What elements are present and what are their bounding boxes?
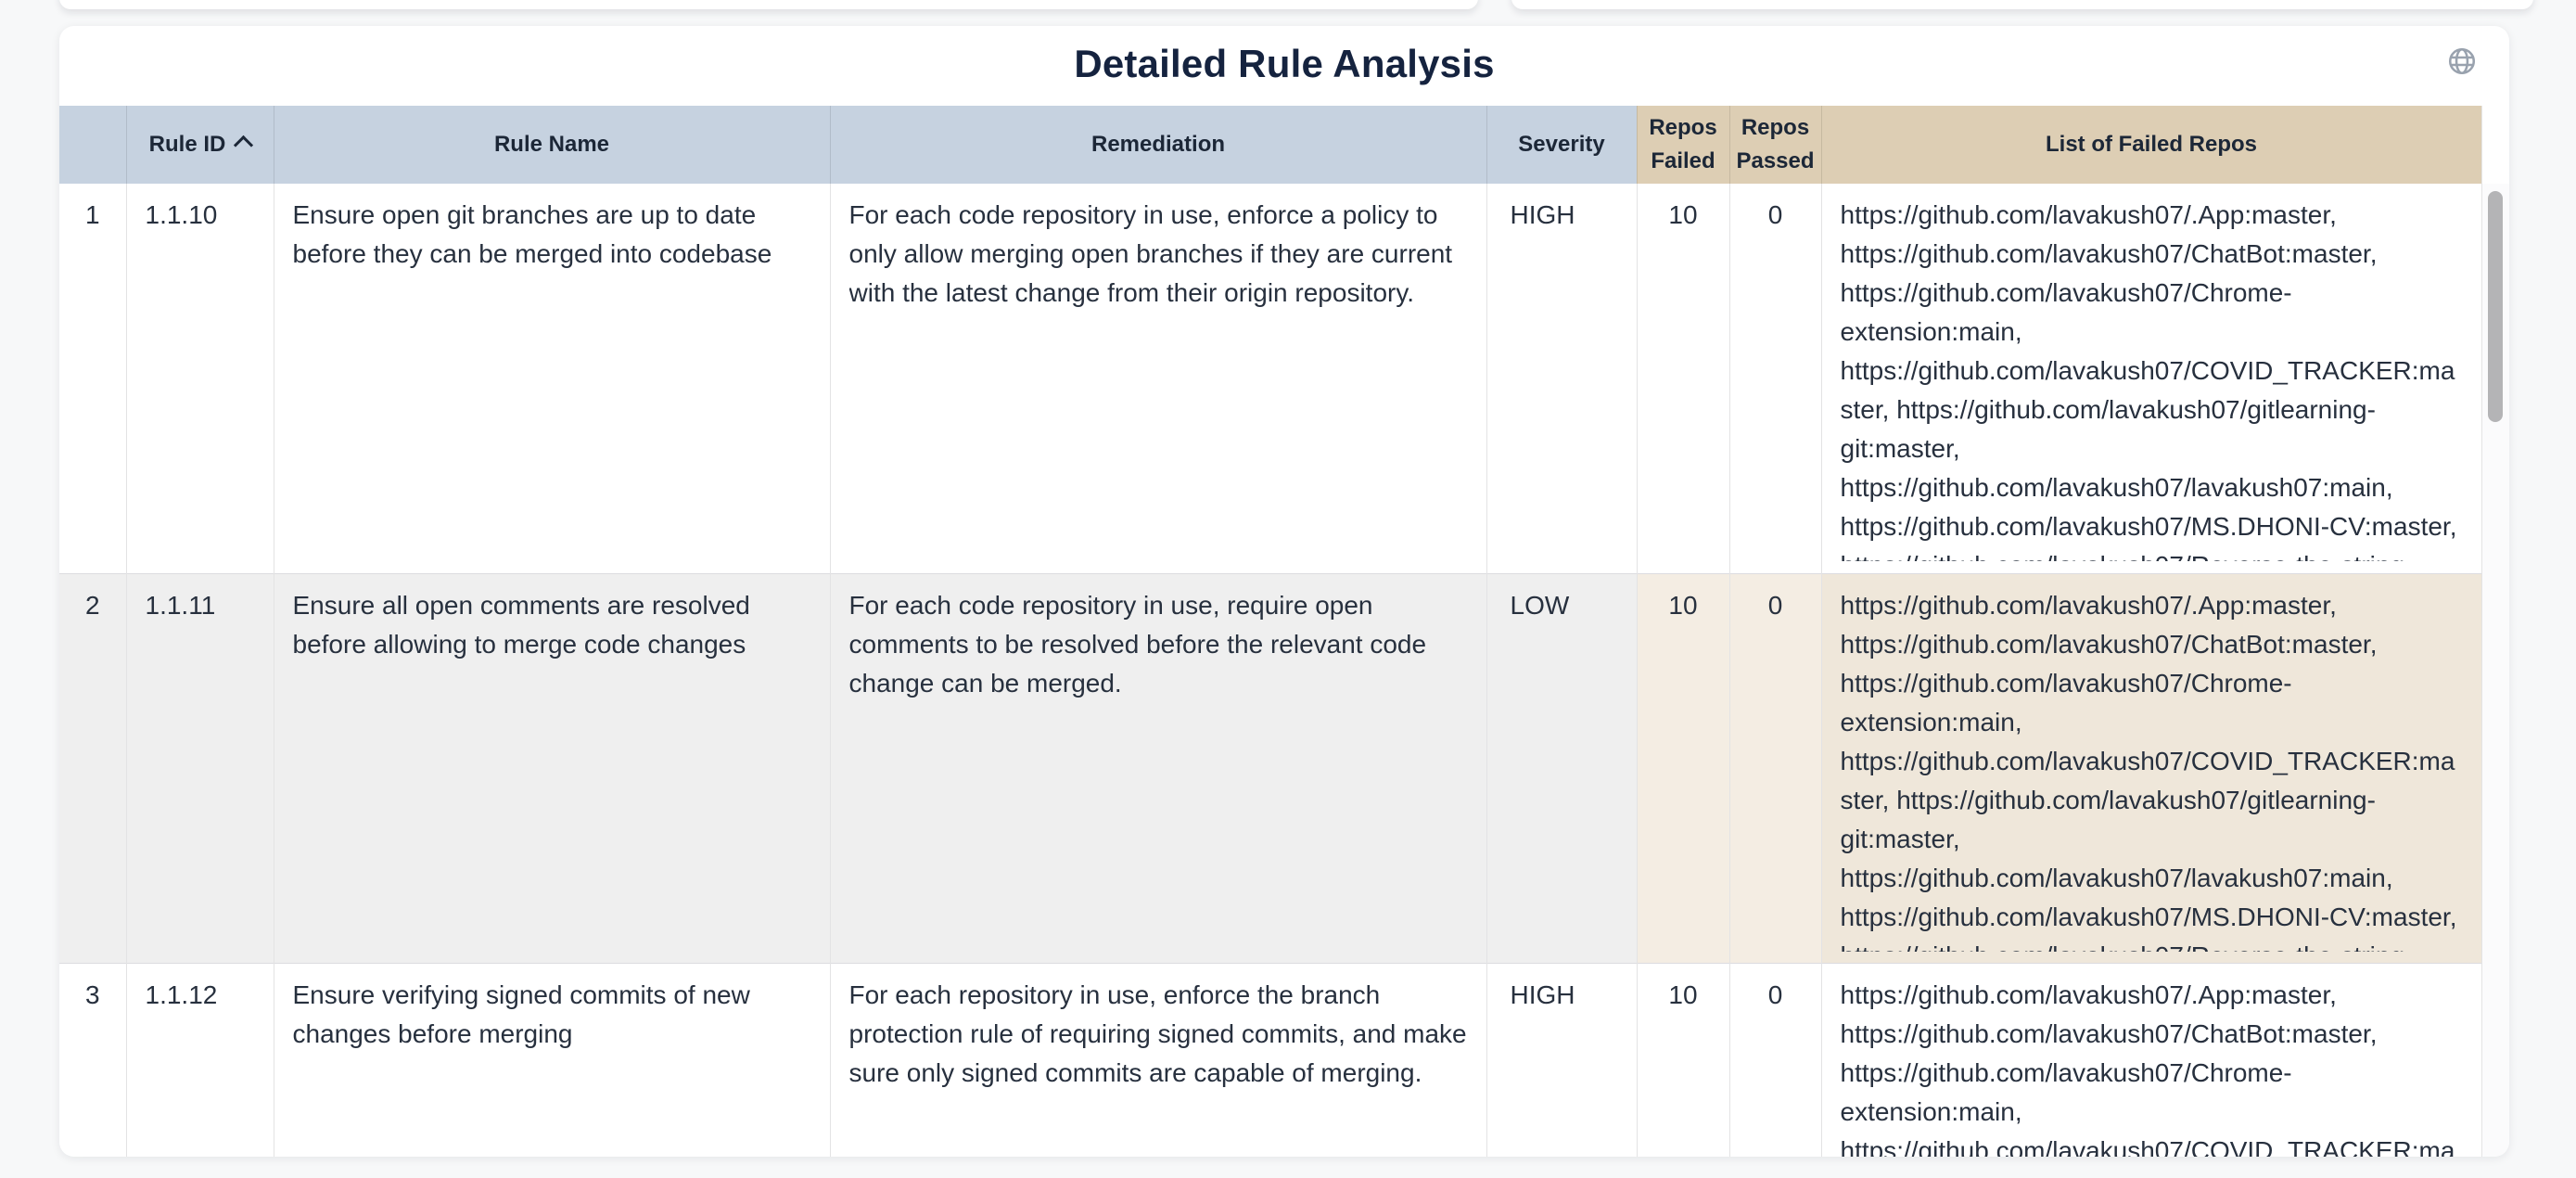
- repos-passed-cell: 0: [1729, 963, 1821, 1157]
- globe-button[interactable]: [2446, 45, 2480, 78]
- rule-id-cell: 1.1.11: [126, 573, 274, 963]
- severity-cell: HIGH: [1486, 184, 1637, 573]
- repos-failed-cell: 10: [1637, 184, 1729, 573]
- repos-passed-cell: 0: [1729, 184, 1821, 573]
- table-header-row: Rule ID Rule Name Remediation Severity R…: [59, 106, 2481, 184]
- top-card-right: [1511, 0, 2533, 9]
- repos-failed-cell: 10: [1637, 573, 1729, 963]
- failed-repos-cell: https://github.com/lavakush07/.App:maste…: [1821, 573, 2481, 963]
- failed-repos-cell: https://github.com/lavakush07/.App:maste…: [1821, 184, 2481, 573]
- remediation-cell: For each repository in use, enforce the …: [830, 963, 1486, 1157]
- header-failed-repos-list[interactable]: List of Failed Repos: [1821, 106, 2481, 184]
- row-index-cell: 3: [59, 963, 126, 1157]
- rule-id-cell: 1.1.12: [126, 963, 274, 1157]
- severity-cell: LOW: [1486, 573, 1637, 963]
- rule-analysis-table: Rule ID Rule Name Remediation Severity R…: [59, 106, 2482, 1157]
- scrollbar-thumb[interactable]: [2488, 191, 2503, 422]
- header-repos-passed[interactable]: Repos Passed: [1729, 106, 1821, 184]
- sort-ascending-icon: [234, 135, 253, 155]
- table-row: 3 1.1.12 Ensure verifying signed commits…: [59, 963, 2481, 1157]
- severity-cell: HIGH: [1486, 963, 1637, 1157]
- header-repos-failed[interactable]: Repos Failed: [1637, 106, 1729, 184]
- rule-name-cell: Ensure all open comments are resolved be…: [274, 573, 830, 963]
- repos-passed-cell: 0: [1729, 573, 1821, 963]
- remediation-cell: For each code repository in use, require…: [830, 573, 1486, 963]
- rule-name-cell: Ensure verifying signed commits of new c…: [274, 963, 830, 1157]
- header-severity[interactable]: Severity: [1486, 106, 1637, 184]
- header-rule-id[interactable]: Rule ID: [126, 106, 274, 184]
- header-index: [59, 106, 126, 184]
- top-card-left: [59, 0, 1478, 9]
- failed-repos-cell: https://github.com/lavakush07/.App:maste…: [1821, 963, 2481, 1157]
- page-title: Detailed Rule Analysis: [59, 26, 2509, 87]
- rule-name-cell: Ensure open git branches are up to date …: [274, 184, 830, 573]
- header-rule-name[interactable]: Rule Name: [274, 106, 830, 184]
- header-remediation[interactable]: Remediation: [830, 106, 1486, 184]
- repos-failed-cell: 10: [1637, 963, 1729, 1157]
- rule-id-cell: 1.1.10: [126, 184, 274, 573]
- globe-icon: [2446, 45, 2478, 77]
- header-rule-id-label: Rule ID: [149, 132, 226, 157]
- table-scrollbar[interactable]: [2482, 184, 2509, 1157]
- remediation-cell: For each code repository in use, enforce…: [830, 184, 1486, 573]
- table-row: 2 1.1.11 Ensure all open comments are re…: [59, 573, 2481, 963]
- detailed-rule-analysis-card: Detailed Rule Analysis Rule ID Rule Name…: [59, 26, 2509, 1157]
- table-row: 1 1.1.10 Ensure open git branches are up…: [59, 184, 2481, 573]
- row-index-cell: 2: [59, 573, 126, 963]
- row-index-cell: 1: [59, 184, 126, 573]
